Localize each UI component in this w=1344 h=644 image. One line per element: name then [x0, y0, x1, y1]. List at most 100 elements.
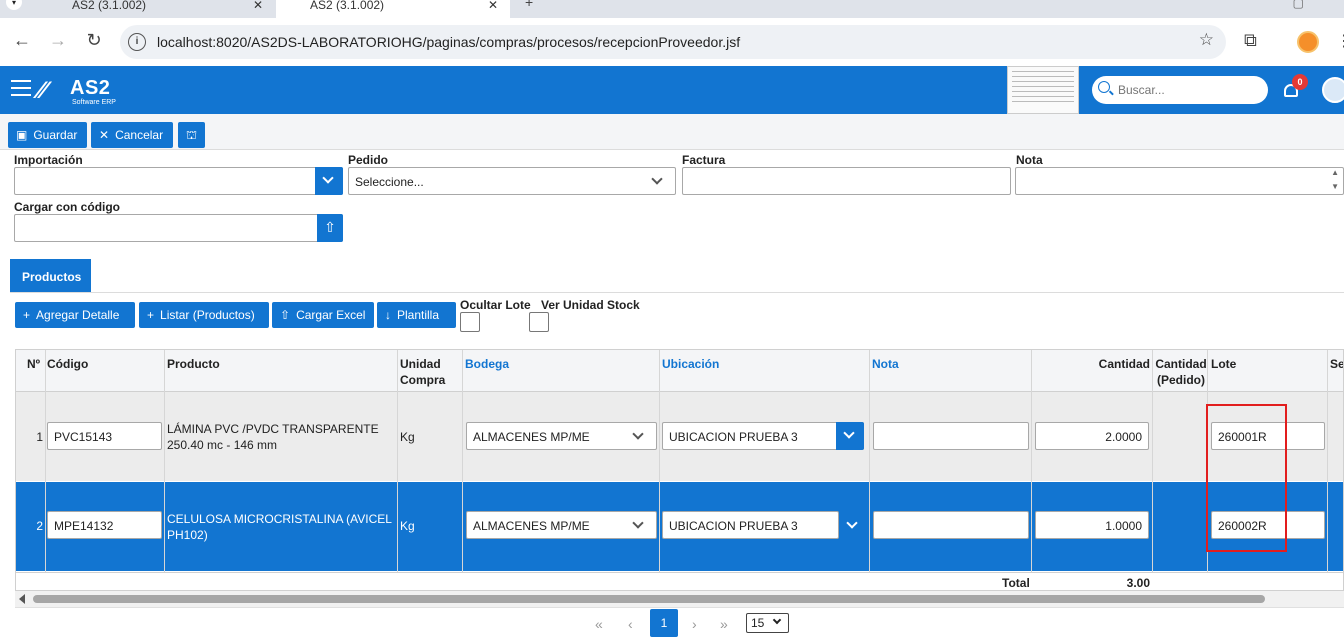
warehouse-button[interactable]: ⛫	[178, 122, 205, 148]
upload-icon[interactable]: ⇧	[317, 214, 343, 242]
chevron-down-icon[interactable]	[846, 517, 858, 529]
user-avatar[interactable]	[1322, 77, 1344, 103]
col-extra: Se	[1330, 357, 1344, 371]
floppy-disk-icon: ▣	[16, 128, 28, 142]
view-stock-unit-checkbox[interactable]	[529, 312, 549, 332]
profile-avatar-icon[interactable]	[1297, 31, 1319, 53]
cargar-codigo-input[interactable]: ⇧	[14, 214, 343, 242]
ubicacion-select[interactable]: UBICACION PRUEBA 3	[662, 422, 864, 450]
download-arrow-icon: ↓	[385, 308, 391, 322]
factura-input[interactable]	[682, 167, 1011, 195]
page-size-select[interactable]: 15	[746, 613, 789, 633]
browser-menu-icon[interactable]: ⋮	[1336, 31, 1344, 51]
logo-name: AS2	[70, 77, 111, 99]
address-bar[interactable]: i localhost:8020/AS2DS-LABORATORIOHG/pag…	[120, 25, 1226, 59]
bodega-select[interactable]: ALMACENES MP/ME	[466, 422, 657, 450]
nota-textarea[interactable]: ▲ ▼	[1015, 167, 1344, 195]
row-number: 2	[36, 519, 43, 533]
horizontal-scrollbar[interactable]	[15, 591, 1344, 607]
nota-input[interactable]	[873, 422, 1029, 450]
upload-icon: ⇧	[280, 308, 291, 322]
browser-toolbar: ← → ↻ i localhost:8020/AS2DS-LABORATORIO…	[0, 18, 1344, 66]
spinner-up-icon[interactable]: ▲	[1331, 168, 1339, 177]
spinner-down-icon[interactable]: ▼	[1331, 182, 1339, 191]
header-search[interactable]	[1092, 76, 1268, 104]
tab-productos[interactable]: Productos	[10, 259, 91, 292]
scroll-left-icon[interactable]	[19, 594, 25, 604]
search-input[interactable]	[1116, 82, 1256, 98]
hamburger-menu-icon[interactable]	[11, 80, 31, 96]
bookmark-star-icon[interactable]: ☆	[1199, 30, 1214, 50]
codigo-input[interactable]: PVC15143	[47, 422, 162, 450]
chevron-down-icon	[632, 428, 644, 440]
col-bodega[interactable]: Bodega	[465, 356, 509, 372]
codigo-input[interactable]: MPE14132	[47, 511, 162, 539]
last-page-icon[interactable]: »	[720, 616, 728, 632]
scrollbar-thumb[interactable]	[33, 595, 1265, 603]
hide-lot-label: Ocultar Lote	[460, 298, 531, 312]
browser-tab-1[interactable]: AS2 (3.1.002) ✕	[30, 0, 275, 18]
col-ubicacion[interactable]: Ubicación	[662, 356, 719, 372]
product-name: CELULOSA MICROCRISTALINA (AVICEL PH102)	[167, 512, 392, 542]
back-arrow-icon[interactable]: ←	[10, 30, 34, 51]
browser-tab-2[interactable]: AS2 (3.1.002) ✕	[276, 0, 510, 18]
products-grid: Nº Código Producto Unidad Compra Bodega …	[15, 349, 1344, 591]
bodega-select[interactable]: ALMACENES MP/ME	[466, 511, 657, 539]
notification-count-badge: 0	[1292, 74, 1308, 90]
window-restore-icon[interactable]: ▢	[1293, 0, 1304, 10]
unit-value: Kg	[400, 430, 415, 444]
chevron-down-icon[interactable]	[836, 422, 864, 450]
table-row[interactable]: 1 PVC15143 LÁMINA PVC /PVDC TRANSPARENTE…	[16, 392, 1343, 481]
logo-mark-icon: ⁄⁄	[38, 77, 47, 104]
col-producto: Producto	[167, 357, 220, 371]
lote-highlight-box	[1206, 404, 1287, 552]
cancel-button[interactable]: ✕ Cancelar	[91, 122, 173, 148]
extensions-puzzle-icon[interactable]: ⧉	[1244, 30, 1257, 51]
ubicacion-select[interactable]: UBICACION PRUEBA 3	[662, 511, 839, 539]
action-toolbar: ▣ Guardar ✕ Cancelar ⛫	[0, 114, 1344, 150]
notifications-bell-icon[interactable]: 0	[1282, 74, 1308, 100]
chevron-down-icon[interactable]	[315, 167, 343, 195]
col-cantidad-pedido: Cantidad (Pedido)	[1155, 357, 1207, 387]
chevron-down-icon	[651, 173, 663, 185]
warehouse-icon: ⛫	[186, 128, 198, 142]
close-icon[interactable]: ✕	[253, 0, 263, 12]
chevron-down-icon	[632, 517, 644, 529]
nota-label: Nota	[1016, 153, 1043, 167]
col-lote: Lote	[1211, 357, 1237, 371]
importacion-select[interactable]	[14, 167, 343, 195]
new-tab-icon[interactable]: +	[525, 0, 533, 10]
cantidad-input[interactable]: 2.0000	[1035, 422, 1149, 450]
first-page-icon[interactable]: «	[595, 616, 603, 632]
nota-input[interactable]	[873, 511, 1029, 539]
list-products-button[interactable]: + Listar (Productos)	[139, 302, 269, 328]
total-label: Total	[1002, 576, 1030, 590]
tab-search-icon[interactable]: ▾	[6, 0, 22, 10]
cargar-codigo-label: Cargar con código	[14, 200, 121, 214]
unit-value: Kg	[400, 519, 415, 533]
table-row[interactable]: 2 MPE14132 CELULOSA MICROCRISTALINA (AVI…	[16, 482, 1343, 571]
col-cantidad: Cantidad	[1098, 357, 1150, 371]
forward-arrow-icon[interactable]: →	[46, 30, 70, 51]
reload-icon[interactable]: ↻	[82, 30, 106, 51]
cantidad-input[interactable]: 1.0000	[1035, 511, 1149, 539]
add-detail-button[interactable]: + Agregar Detalle	[15, 302, 135, 328]
grid-total-row: Total 3.00	[16, 572, 1343, 590]
save-button[interactable]: ▣ Guardar	[8, 122, 87, 148]
previous-page-icon[interactable]: ‹	[628, 616, 633, 632]
next-page-icon[interactable]: ›	[692, 616, 697, 632]
screenshot-thumbnail	[1007, 66, 1079, 114]
pedido-label: Pedido	[348, 153, 389, 167]
hide-lot-checkbox[interactable]	[460, 312, 480, 332]
template-button[interactable]: ↓ Plantilla	[377, 302, 456, 328]
close-icon[interactable]: ✕	[488, 0, 498, 12]
url-text[interactable]: localhost:8020/AS2DS-LABORATORIOHG/pagin…	[157, 34, 740, 50]
total-value: 3.00	[1126, 576, 1150, 590]
page-current[interactable]: 1	[650, 609, 678, 637]
pedido-select[interactable]: Seleccione...	[348, 167, 676, 195]
app-logo: ⁄⁄ AS2 Software ERP	[38, 75, 128, 107]
site-info-icon[interactable]: i	[128, 33, 146, 51]
tab-title: AS2 (3.1.002)	[72, 0, 147, 12]
col-nota[interactable]: Nota	[872, 356, 899, 372]
load-excel-button[interactable]: ⇧ Cargar Excel	[272, 302, 374, 328]
